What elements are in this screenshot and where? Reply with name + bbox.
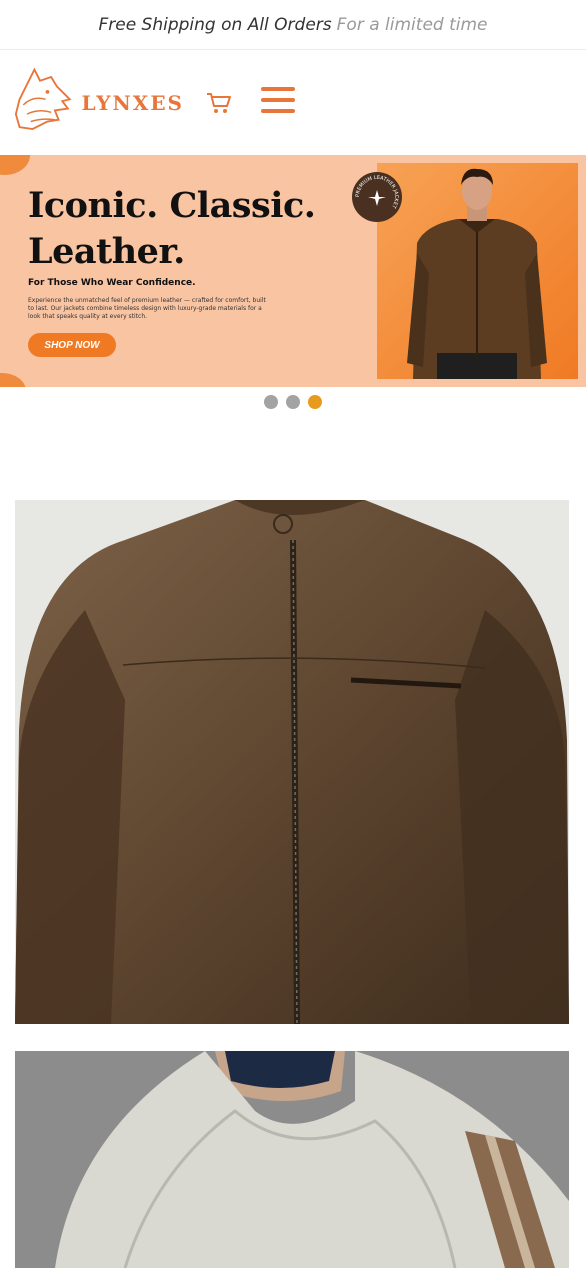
premium-badge: PREMIUM LEATHER JACKET bbox=[352, 172, 402, 222]
decor-shape bbox=[0, 373, 26, 387]
decor-shape bbox=[0, 155, 30, 175]
carousel-dot-1[interactable] bbox=[264, 395, 278, 409]
announcement-sub-text: For a limited time bbox=[336, 14, 488, 35]
hero-model-photo bbox=[377, 163, 578, 379]
logo-text: LYNXES bbox=[81, 91, 184, 115]
carousel-dots bbox=[0, 395, 586, 409]
hero-tagline: For Those Who Wear Confidence. bbox=[28, 278, 196, 288]
site-header: LYNXES bbox=[0, 51, 586, 155]
carousel-dot-3[interactable] bbox=[308, 395, 322, 409]
badge-graphic: PREMIUM LEATHER JACKET bbox=[355, 175, 399, 210]
product-card-wool-shawl[interactable] bbox=[15, 1051, 569, 1268]
wool-shawl-image bbox=[15, 1051, 569, 1268]
hero-title-line1: Iconic. Classic. bbox=[28, 185, 316, 226]
hero-title: Iconic. Classic. Leather. bbox=[28, 183, 348, 275]
cart-button[interactable] bbox=[206, 91, 232, 115]
menu-button[interactable] bbox=[261, 87, 295, 117]
hero-description: Experience the unmatched feel of premium… bbox=[28, 297, 266, 320]
cart-icon bbox=[207, 93, 231, 113]
leather-jacket-image bbox=[15, 500, 569, 1024]
model-image bbox=[407, 168, 547, 379]
hamburger-line bbox=[261, 109, 295, 113]
hamburger-menu-icon bbox=[261, 87, 295, 91]
hamburger-line bbox=[261, 98, 295, 102]
shop-now-button[interactable]: SHOP NOW bbox=[28, 333, 116, 357]
logo[interactable]: LYNXES bbox=[14, 65, 184, 141]
hero-title-line2: Leather. bbox=[28, 231, 185, 272]
hero-banner[interactable]: Iconic. Classic. Leather. For Those Who … bbox=[0, 155, 586, 387]
announcement-bar: Free Shipping on All Orders For a limite… bbox=[0, 0, 586, 50]
product-card-leather-jacket[interactable] bbox=[15, 500, 569, 1024]
lynx-icon bbox=[14, 67, 72, 130]
announcement-main-text: Free Shipping on All Orders bbox=[98, 14, 332, 35]
carousel-dot-2[interactable] bbox=[286, 395, 300, 409]
